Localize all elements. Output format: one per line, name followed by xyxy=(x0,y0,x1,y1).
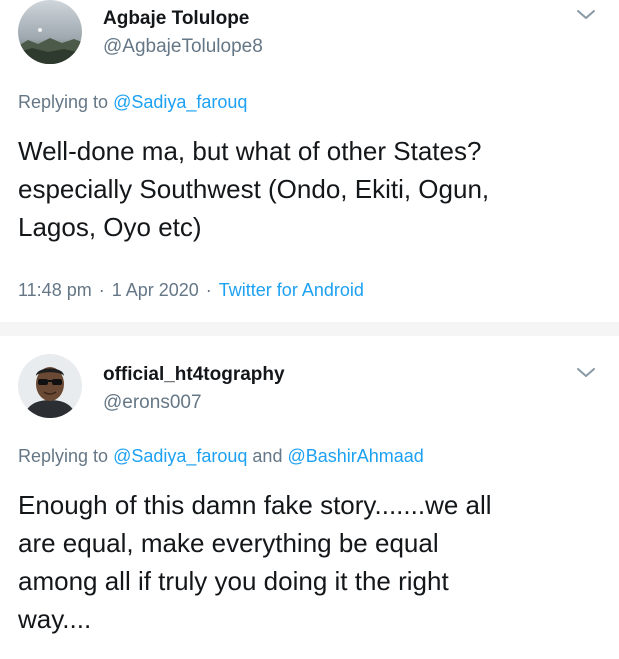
avatar[interactable] xyxy=(18,0,82,64)
author-name[interactable]: official_ht4tography xyxy=(103,364,285,386)
replying-to-label: Replying to xyxy=(18,446,114,466)
tweet-text: Well-done ma, but what of other States? … xyxy=(18,136,490,242)
tweet-card[interactable]: official_ht4tography @erons007 Replying … xyxy=(0,336,619,659)
chevron-down-icon[interactable] xyxy=(575,8,597,22)
tweet-text: Enough of this damn fake story.......we … xyxy=(18,490,492,634)
replying-to-line: Replying to @Sadiya_farouq and @BashirAh… xyxy=(18,446,424,467)
tweet-source-link[interactable]: Twitter for Android xyxy=(219,280,364,300)
mention-link[interactable]: @BashirAhmaad xyxy=(287,446,423,466)
chevron-down-icon[interactable] xyxy=(575,366,597,380)
replying-to-label: Replying to xyxy=(18,92,114,112)
tweet-date[interactable]: 1 Apr 2020 xyxy=(112,280,199,300)
person-with-sunglasses-avatar-icon xyxy=(18,354,82,418)
author-handle[interactable]: @AgbajeTolulope8 xyxy=(103,36,263,58)
tweet-time[interactable]: 11:48 pm xyxy=(18,280,92,300)
author-name[interactable]: Agbaje Tolulope xyxy=(103,8,249,30)
meta-separator: · xyxy=(98,280,105,300)
tweet-meta: 11:48 pm · 1 Apr 2020 · Twitter for Android xyxy=(18,280,364,301)
mention-link[interactable]: @Sadiya_farouq xyxy=(113,446,247,466)
tweet-divider xyxy=(0,322,619,336)
author-handle[interactable]: @erons007 xyxy=(103,392,202,414)
replying-joiner: and xyxy=(247,446,288,466)
meta-separator: · xyxy=(205,280,212,300)
tweet-card[interactable]: Agbaje Tolulope @AgbajeTolulope8 Replyin… xyxy=(0,0,619,322)
replying-to-line: Replying to @Sadiya_farouq xyxy=(18,92,247,113)
mention-link[interactable]: @Sadiya_farouq xyxy=(113,92,247,112)
sky-landscape-avatar-icon xyxy=(18,0,82,64)
avatar[interactable] xyxy=(18,354,82,418)
